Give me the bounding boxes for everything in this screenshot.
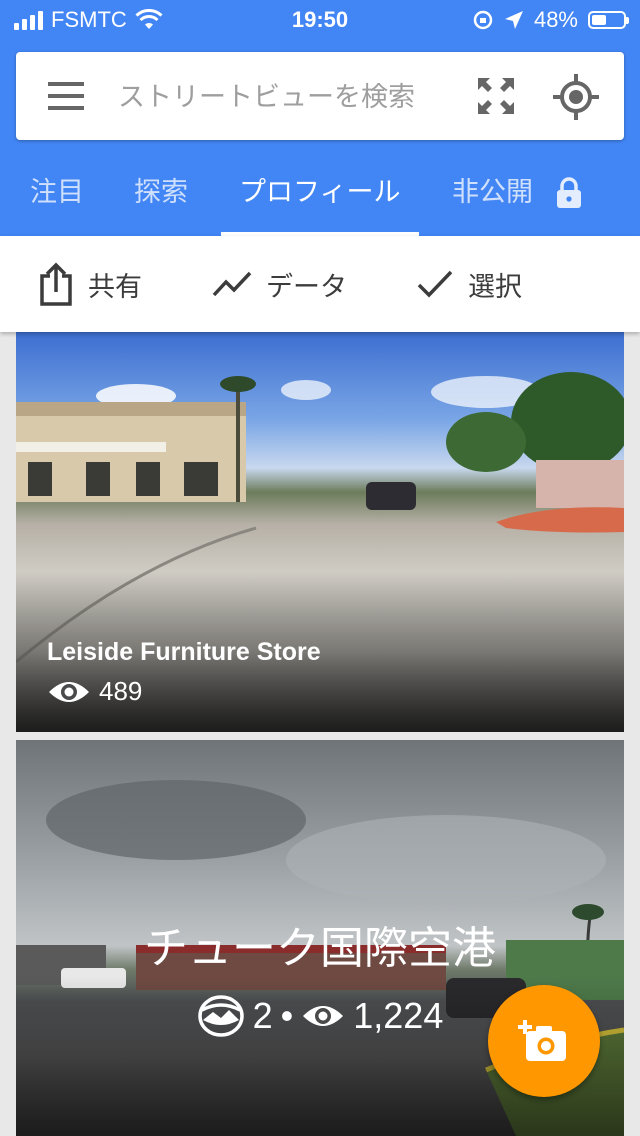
view-count-value: 1,224 [353, 995, 444, 1036]
lock-icon [557, 177, 581, 208]
photo-count: 2 [252, 995, 273, 1036]
my-location-icon[interactable] [553, 74, 599, 120]
add-photo-icon [518, 1020, 566, 1061]
share-button[interactable]: 共有 [38, 236, 142, 332]
tab-private-label: 非公開 [452, 177, 533, 208]
eye-icon [49, 681, 89, 702]
tab-bar: 注目 探索 プロフィール 非公開 [0, 160, 640, 236]
battery-fill [592, 15, 606, 25]
rotation-lock-icon [473, 10, 493, 30]
data-label: データ [266, 271, 347, 303]
tab-profile[interactable]: プロフィール [239, 160, 400, 236]
expand-icon[interactable] [476, 76, 516, 116]
add-photo-button[interactable] [488, 985, 600, 1097]
view-count: 489 [47, 676, 142, 707]
location-arrow-icon [504, 11, 523, 29]
tab-featured[interactable]: 注目 [30, 160, 84, 236]
check-icon [417, 270, 453, 298]
menu-icon[interactable] [48, 82, 84, 110]
tab-private[interactable]: 非公開 [452, 160, 533, 236]
stats-separator: • [280, 995, 294, 1036]
select-label: 選択 [468, 271, 522, 303]
select-button[interactable]: 選択 [416, 236, 522, 332]
share-label: 共有 [88, 271, 142, 303]
status-bar: FSMTC 19:50 48% [0, 0, 640, 40]
tab-explore[interactable]: 探索 [134, 160, 188, 236]
battery-percent: 48% [533, 7, 578, 32]
card-title: Leiside Furniture Store [47, 638, 321, 666]
card-title: チューク国際空港 [144, 923, 496, 974]
trending-icon [212, 271, 252, 297]
eye-icon [303, 1006, 344, 1026]
action-bar: 共有 データ 選択 [0, 236, 640, 332]
view-count-value: 489 [99, 676, 143, 706]
panorama-icon [197, 995, 244, 1037]
search-input[interactable] [116, 74, 450, 120]
battery-icon [588, 11, 629, 29]
data-button[interactable]: データ [212, 236, 347, 332]
share-icon [40, 262, 72, 306]
photo-card[interactable]: Leiside Furniture Store 489 [16, 332, 624, 732]
search-bar [16, 52, 624, 140]
